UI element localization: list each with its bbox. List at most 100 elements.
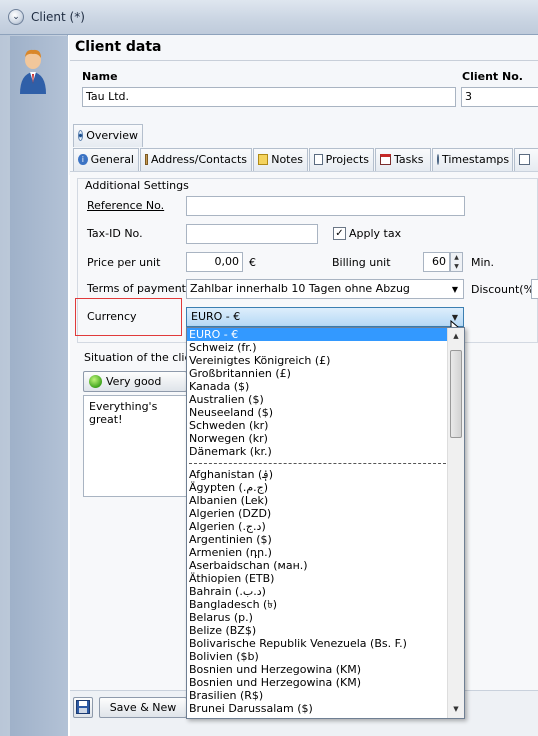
currency-option[interactable]: Kanada ($) [187,380,448,393]
tab-tasks[interactable]: Tasks [375,148,431,171]
title-bar: ⌄ Client (*) [0,0,538,35]
tab-overview-label: Overview [86,129,138,142]
name-field[interactable]: Tau Ltd. [82,87,456,107]
billing-label: Billing unit [332,256,391,269]
currency-option[interactable]: Ägypten (ج.م.‏) [187,481,448,494]
tab-general-label: General [90,153,134,166]
calendar-icon [380,154,391,165]
tab-projects-label: Projects [325,153,369,166]
tab-notes[interactable]: Notes [253,148,308,171]
client-no-label: Client No. [462,70,523,83]
client-avatar-icon [20,49,46,94]
currency-option[interactable]: Schweden (kr) [187,419,448,432]
tab-tasks-label: Tasks [394,153,424,166]
rating-label: Very good [106,375,162,388]
billing-unit: Min. [471,256,495,269]
currency-option[interactable]: Australien ($) [187,393,448,406]
terms-select[interactable]: Zahlbar innerhalb 10 Tagen ohne Abzug ▼ [186,279,464,299]
rating-button[interactable]: Very good [83,371,187,392]
currency-option[interactable]: Bolivarische Republik Venezuela (Bs. F.) [187,637,448,650]
window-menu-icon[interactable]: ⌄ [8,9,24,25]
eye-icon [78,130,84,141]
reference-field[interactable] [186,196,465,216]
tab-more[interactable] [514,148,538,171]
client-no-field[interactable]: 3 [461,87,538,107]
terms-label: Terms of payment [87,282,186,295]
document-icon [314,154,323,165]
currency-option[interactable]: Bosnien und Herzegowina (KM) [187,676,448,689]
tab-address-contacts[interactable]: Address/Contacts [140,148,252,171]
document-icon [519,154,530,165]
price-label: Price per unit [87,256,161,269]
discount-field[interactable] [531,279,538,299]
green-status-icon [89,375,102,388]
currency-option[interactable]: Afghanistan (؋) [187,468,448,481]
currency-option[interactable]: Dänemark (kr.) [187,445,448,458]
taxid-label: Tax-ID No. [87,227,143,240]
tab-projects[interactable]: Projects [309,148,374,171]
price-field[interactable]: 0,00 [186,252,243,272]
currency-option[interactable]: Bangladesch (৳) [187,598,448,611]
tab-notes-label: Notes [271,153,303,166]
currency-option[interactable]: Argentinien ($) [187,533,448,546]
apply-tax-checkbox[interactable]: ✓ [333,227,346,240]
currency-option[interactable]: Großbritannien (£) [187,367,448,380]
page-title: Client data [75,39,162,55]
currency-option[interactable]: Bahrain (د.ب.‏) [187,585,448,598]
currency-option[interactable]: Brunei Darussalam ($) [187,702,448,715]
taxid-field[interactable] [186,224,318,244]
currency-option[interactable]: Norwegen (kr) [187,432,448,445]
currency-option-list: EURO - € Schweiz (fr.) Vereinigtes Königre… [187,328,448,715]
currency-dropdown-list[interactable]: EURO - € Schweiz (fr.) Vereinigtes Königre… [186,327,465,719]
currency-option[interactable]: Bosnien und Herzegowina (KM) [187,663,448,676]
window-title: Client (*) [31,10,85,24]
address-book-icon [145,154,148,165]
dropdown-scrollbar[interactable]: ▲ ▼ [447,328,464,718]
currency-option[interactable]: Armenien (դր.) [187,546,448,559]
currency-option[interactable]: Albanien (Lek) [187,494,448,507]
scroll-thumb[interactable] [450,350,462,438]
situation-notes[interactable]: Everything's great! [83,395,187,497]
terms-select-value: Zahlbar innerhalb 10 Tagen ohne Abzug [190,282,410,295]
tab-timestamps[interactable]: Timestamps [432,148,513,171]
currency-option[interactable]: Schweiz (fr.) [187,341,448,354]
tab-general[interactable]: i General [73,148,139,171]
tab-overview[interactable]: Overview [73,124,143,147]
billing-field[interactable]: 60 [423,252,450,272]
info-icon: i [78,154,88,165]
name-label: Name [82,70,118,83]
notes-icon [258,154,269,165]
price-unit: € [249,256,256,269]
floppy-disk-icon [76,700,90,714]
save-and-new-button[interactable]: Save & New [99,697,187,718]
currency-option[interactable]: EURO - € [187,328,448,341]
currency-option[interactable]: Algerien (DZD) [187,507,448,520]
scroll-up-icon[interactable]: ▲ [448,328,464,345]
save-button[interactable] [73,697,93,718]
currency-option[interactable]: Vereinigtes Königreich (£) [187,354,448,367]
currency-option[interactable]: Brasilien (R$) [187,689,448,702]
currency-option[interactable]: Neuseeland ($) [187,406,448,419]
currency-select-value: EURO - € [191,310,241,323]
additional-settings-label: Additional Settings [83,179,191,192]
situation-label: Situation of the client [84,351,203,364]
list-separator [187,458,448,468]
currency-select[interactable]: EURO - € ▼ [186,307,464,327]
chevron-down-icon: ▼ [451,285,458,294]
scroll-down-icon[interactable]: ▼ [448,701,464,718]
discount-label: Discount(%) [471,283,538,296]
tab-timestamps-label: Timestamps [442,153,510,166]
currency-option[interactable]: Äthiopien (ETB) [187,572,448,585]
situation-notes-text: Everything's great! [89,400,158,426]
reference-label: Reference No. [87,199,165,212]
billing-spinner[interactable]: ▲ ▼ [450,252,463,272]
clock-icon [437,154,439,165]
currency-option[interactable]: Belarus (р.) [187,611,448,624]
left-sidebar-inner [10,36,68,736]
currency-option[interactable]: Aserbaidschan (ман.) [187,559,448,572]
currency-option[interactable]: Bolivien ($b) [187,650,448,663]
currency-label: Currency [87,310,137,323]
currency-option[interactable]: Belize (BZ$) [187,624,448,637]
currency-option[interactable]: Algerien (د.ج.‏) [187,520,448,533]
header-divider [70,60,538,61]
